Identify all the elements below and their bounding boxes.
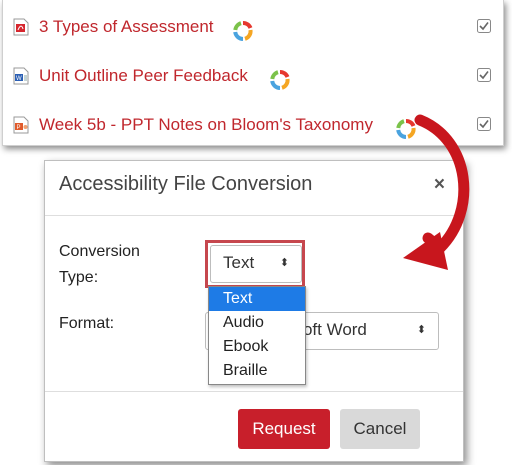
file-link[interactable]: Week 5b - PPT Notes on Bloom's Taxonomy (39, 115, 373, 135)
accessibility-score-icon[interactable] (269, 69, 291, 91)
conversion-type-label-line2: Type: (59, 269, 99, 286)
file-row: 3 Types of Assessment (3, 8, 503, 48)
chevron-updown-icon: ⬍ (416, 324, 426, 336)
request-button[interactable]: Request (238, 409, 330, 449)
option-text[interactable]: Text (209, 287, 305, 311)
dialog-header: Accessibility File Conversion × (45, 161, 463, 216)
option-braille[interactable]: Braille (209, 359, 305, 383)
accessibility-score-icon[interactable] (232, 20, 254, 42)
checkbox-icon[interactable] (477, 117, 491, 131)
svg-text:W: W (16, 76, 22, 82)
accessibility-score-icon[interactable] (395, 118, 417, 140)
svg-text:P: P (17, 125, 21, 131)
file-link[interactable]: Unit Outline Peer Feedback (39, 66, 248, 86)
close-icon[interactable]: × (434, 174, 445, 196)
cancel-button[interactable]: Cancel (340, 409, 420, 449)
powerpoint-file-icon: P (13, 116, 29, 134)
conversion-type-options: Text Audio Ebook Braille (208, 286, 306, 385)
file-list-panel: 3 Types of Assessment W Unit Outline Pee… (2, 0, 504, 146)
checkbox-icon[interactable] (477, 68, 491, 82)
option-audio[interactable]: Audio (209, 311, 305, 335)
dialog-title: Accessibility File Conversion (59, 173, 313, 195)
format-label: Format: (59, 315, 115, 332)
accessibility-conversion-dialog: Accessibility File Conversion × Conversi… (44, 160, 464, 462)
highlight-box (205, 240, 305, 288)
dialog-footer-divider (45, 391, 463, 392)
checkbox-icon[interactable] (477, 19, 491, 33)
option-ebook[interactable]: Ebook (209, 335, 305, 359)
file-row: W Unit Outline Peer Feedback (3, 57, 503, 97)
word-file-icon: W (13, 67, 29, 85)
file-row: P Week 5b - PPT Notes on Bloom's Taxonom… (3, 106, 503, 146)
conversion-type-label-line1: Conversion (59, 243, 140, 260)
pdf-file-icon (13, 18, 29, 36)
file-link[interactable]: 3 Types of Assessment (39, 17, 214, 37)
